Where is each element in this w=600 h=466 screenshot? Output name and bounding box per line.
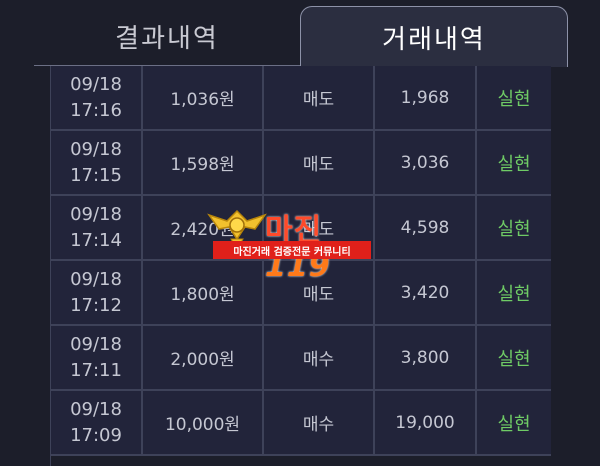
- watermark-title: 마진119: [265, 205, 385, 284]
- price-cell: 3,800: [375, 326, 477, 389]
- type-cell: 매도: [264, 66, 375, 129]
- date-text: 09/18: [70, 268, 122, 290]
- amount-cell: 10,000원: [143, 391, 264, 454]
- time-text: 17:09: [70, 424, 122, 446]
- time-text: 17:14: [70, 229, 122, 251]
- time-text: 17:15: [70, 164, 122, 186]
- table-row[interactable]: 09/18 17:09 10,000원 매수 19,000 실현: [51, 391, 551, 456]
- type-cell: 매도: [264, 131, 375, 194]
- amount-cell: 1,598원: [143, 131, 264, 194]
- time-cell: 09/18 17:16: [51, 66, 143, 129]
- time-cell: 09/18 17:11: [51, 326, 143, 389]
- price-cell: 3,036: [375, 131, 477, 194]
- date-text: 09/18: [70, 138, 122, 160]
- status-cell: 실현: [497, 348, 531, 370]
- date-text: 09/18: [70, 73, 122, 95]
- price-cell: 1,968: [375, 66, 477, 129]
- time-cell: 09/18 17:14: [51, 196, 143, 259]
- type-cell: 매수: [264, 326, 375, 389]
- status-cell: 실현: [497, 283, 531, 305]
- watermark: 마진119 마진거래 검증전문 커뮤니티: [205, 205, 385, 284]
- price-cell: 19,000: [375, 391, 477, 454]
- status-cell: 실현: [497, 413, 531, 435]
- time-text: 17:12: [70, 294, 122, 316]
- table-row[interactable]: 09/18 17:11 2,000원 매수 3,800 실현: [51, 326, 551, 391]
- time-cell: 09/18 17:12: [51, 261, 143, 324]
- status-cell: 실현: [497, 153, 531, 175]
- date-text: 09/18: [70, 398, 122, 420]
- tab-results[interactable]: 결과내역: [34, 6, 300, 66]
- amount-cell: 1,800원: [143, 261, 264, 324]
- watermark-banner: 마진거래 검증전문 커뮤니티: [213, 241, 371, 259]
- time-cell: 09/18 17:09: [51, 391, 143, 454]
- date-text: 09/18: [70, 333, 122, 355]
- time-text: 17:16: [70, 99, 122, 121]
- price-cell: 4,598: [375, 196, 477, 259]
- time-cell: 09/18 17:15: [51, 131, 143, 194]
- status-cell: 실현: [497, 88, 531, 110]
- tab-bar: 결과내역 거래내역: [0, 0, 600, 67]
- tab-trades[interactable]: 거래내역: [300, 6, 568, 67]
- price-cell: 3,420: [375, 261, 477, 324]
- amount-cell: 1,036원: [143, 66, 264, 129]
- date-text: 09/18: [70, 203, 122, 225]
- table-row[interactable]: 09/18 17:16 1,036원 매도 1,968 실현: [51, 66, 551, 131]
- status-cell: 실현: [497, 218, 531, 240]
- amount-cell: 2,000원: [143, 326, 264, 389]
- table-row[interactable]: 09/18 17:15 1,598원 매도 3,036 실현: [51, 131, 551, 196]
- time-text: 17:11: [70, 359, 122, 381]
- type-cell: 매수: [264, 391, 375, 454]
